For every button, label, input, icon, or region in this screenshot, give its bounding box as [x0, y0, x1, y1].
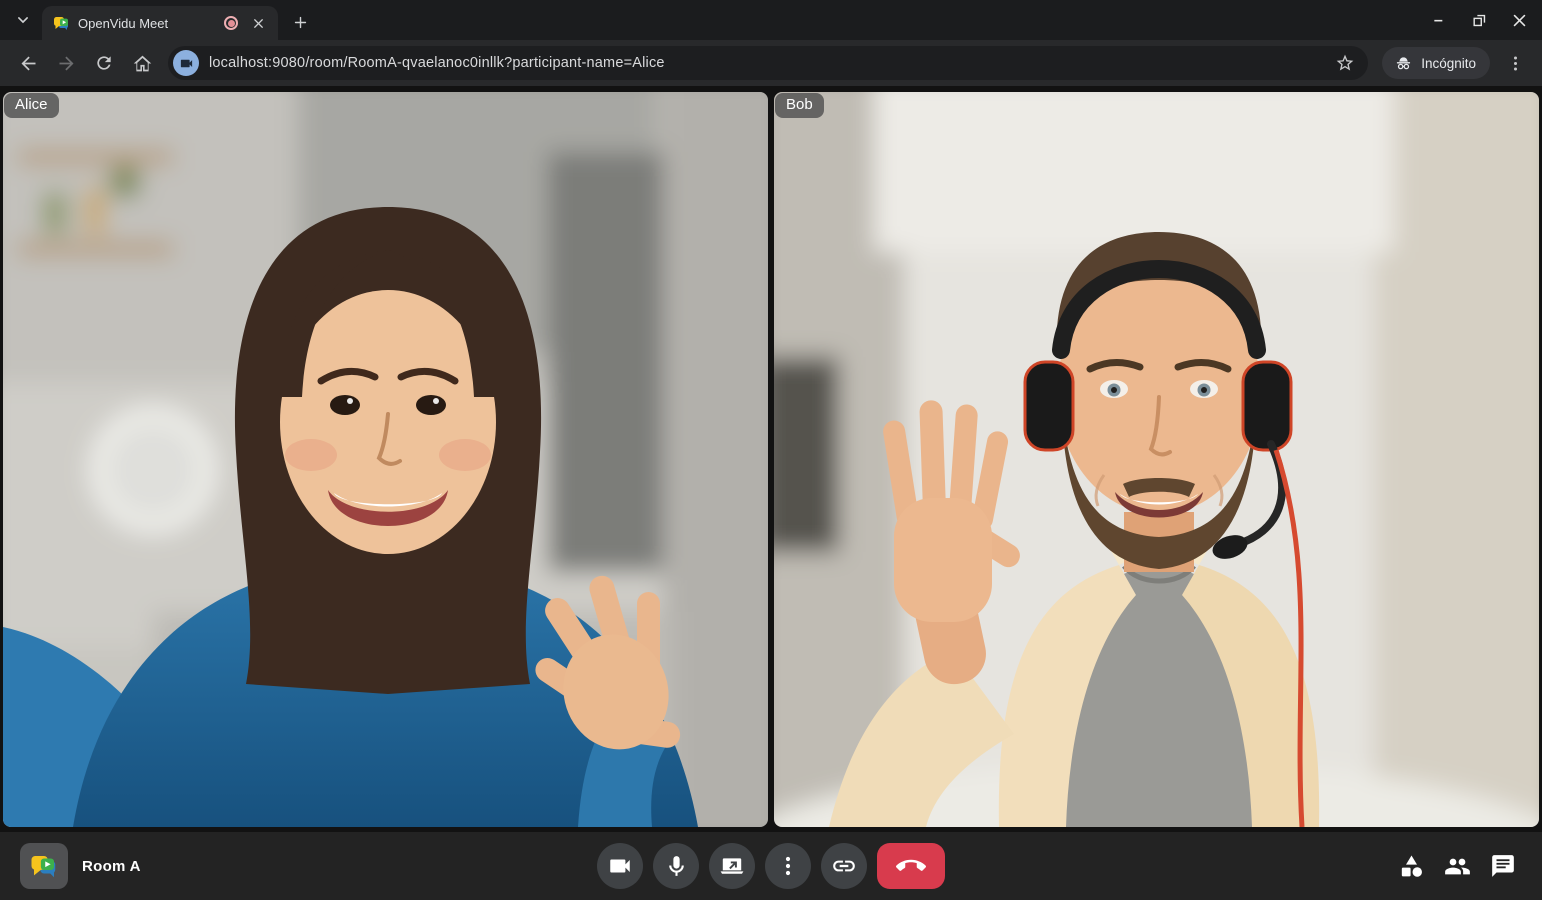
- videocam-icon: [179, 56, 194, 71]
- incognito-icon: [1394, 54, 1413, 73]
- minimize-button[interactable]: [1428, 9, 1450, 31]
- star-icon: [1335, 53, 1355, 73]
- browser-tab[interactable]: OpenVidu Meet: [42, 6, 278, 40]
- meeting-info: Room A: [20, 843, 141, 889]
- back-icon: [18, 53, 39, 74]
- alice-video-illustration: [3, 92, 768, 827]
- screen-share-button[interactable]: [709, 843, 755, 889]
- participant-name-label: Alice: [4, 93, 59, 118]
- participants-icon: [1444, 853, 1471, 880]
- tab-close-button[interactable]: [246, 11, 270, 35]
- browser-window: OpenVidu Meet: [0, 0, 1542, 900]
- address-bar[interactable]: localhost:9080/room/RoomA-qvaelanoc0inll…: [168, 46, 1368, 80]
- plus-icon: [292, 14, 309, 31]
- link-icon: [831, 853, 857, 879]
- tab-strip: OpenVidu Meet: [0, 0, 1542, 40]
- reload-button[interactable]: [86, 45, 122, 81]
- new-tab-button[interactable]: [288, 10, 312, 34]
- window-controls: [1428, 0, 1530, 40]
- camera-permission-chip[interactable]: [173, 50, 199, 76]
- chat-icon: [1490, 853, 1516, 879]
- incognito-badge: Incógnito: [1382, 47, 1490, 79]
- tab-title: OpenVidu Meet: [78, 16, 216, 31]
- phone-hangup-icon: [896, 851, 926, 881]
- more-options-button[interactable]: [765, 843, 811, 889]
- room-name: Room A: [82, 858, 141, 875]
- url-text: localhost:9080/room/RoomA-qvaelanoc0inll…: [209, 55, 1330, 71]
- incognito-label: Incógnito: [1421, 56, 1476, 71]
- kebab-menu-icon: [776, 854, 800, 878]
- activities-button[interactable]: [1396, 851, 1426, 881]
- camera-button[interactable]: [597, 843, 643, 889]
- openvidu-favicon-icon: [52, 14, 70, 32]
- reload-icon: [94, 53, 114, 73]
- video-tile-alice[interactable]: Alice: [3, 92, 768, 827]
- forward-button[interactable]: [48, 45, 84, 81]
- openvidu-logo-icon: [29, 851, 59, 881]
- copy-link-button[interactable]: [821, 843, 867, 889]
- leave-call-button[interactable]: [877, 843, 945, 889]
- restore-icon: [1471, 12, 1488, 29]
- chat-button[interactable]: [1488, 851, 1518, 881]
- back-button[interactable]: [10, 45, 46, 81]
- minimize-icon: [1431, 12, 1447, 28]
- close-window-button[interactable]: [1508, 9, 1530, 31]
- video-tile-bob[interactable]: Bob: [774, 92, 1539, 827]
- restore-button[interactable]: [1468, 9, 1490, 31]
- participant-name-label: Bob: [775, 93, 824, 118]
- meeting-toolbar: Room A: [0, 832, 1542, 900]
- video-grid: Alice: [0, 86, 1542, 832]
- close-icon: [251, 16, 266, 31]
- videocam-icon: [607, 853, 633, 879]
- chevron-down-icon: [14, 11, 32, 29]
- screen-share-icon: [719, 853, 745, 879]
- close-icon: [1511, 12, 1528, 29]
- forward-icon: [56, 53, 77, 74]
- home-icon: [132, 53, 153, 74]
- kebab-menu-icon: [1506, 54, 1525, 73]
- call-controls: [597, 843, 945, 889]
- participants-button[interactable]: [1442, 851, 1472, 881]
- browser-toolbar: localhost:9080/room/RoomA-qvaelanoc0inll…: [0, 40, 1542, 86]
- mic-icon: [664, 854, 689, 879]
- recording-indicator-icon: [224, 16, 238, 30]
- microphone-button[interactable]: [653, 843, 699, 889]
- openvidu-logo-button[interactable]: [20, 843, 68, 889]
- tab-search-button[interactable]: [8, 5, 38, 35]
- activities-icon: [1398, 853, 1425, 880]
- panel-buttons: [1396, 851, 1522, 881]
- bob-video-illustration: [774, 92, 1539, 827]
- home-button[interactable]: [124, 45, 160, 81]
- bookmark-button[interactable]: [1330, 48, 1360, 78]
- browser-menu-button[interactable]: [1498, 46, 1532, 80]
